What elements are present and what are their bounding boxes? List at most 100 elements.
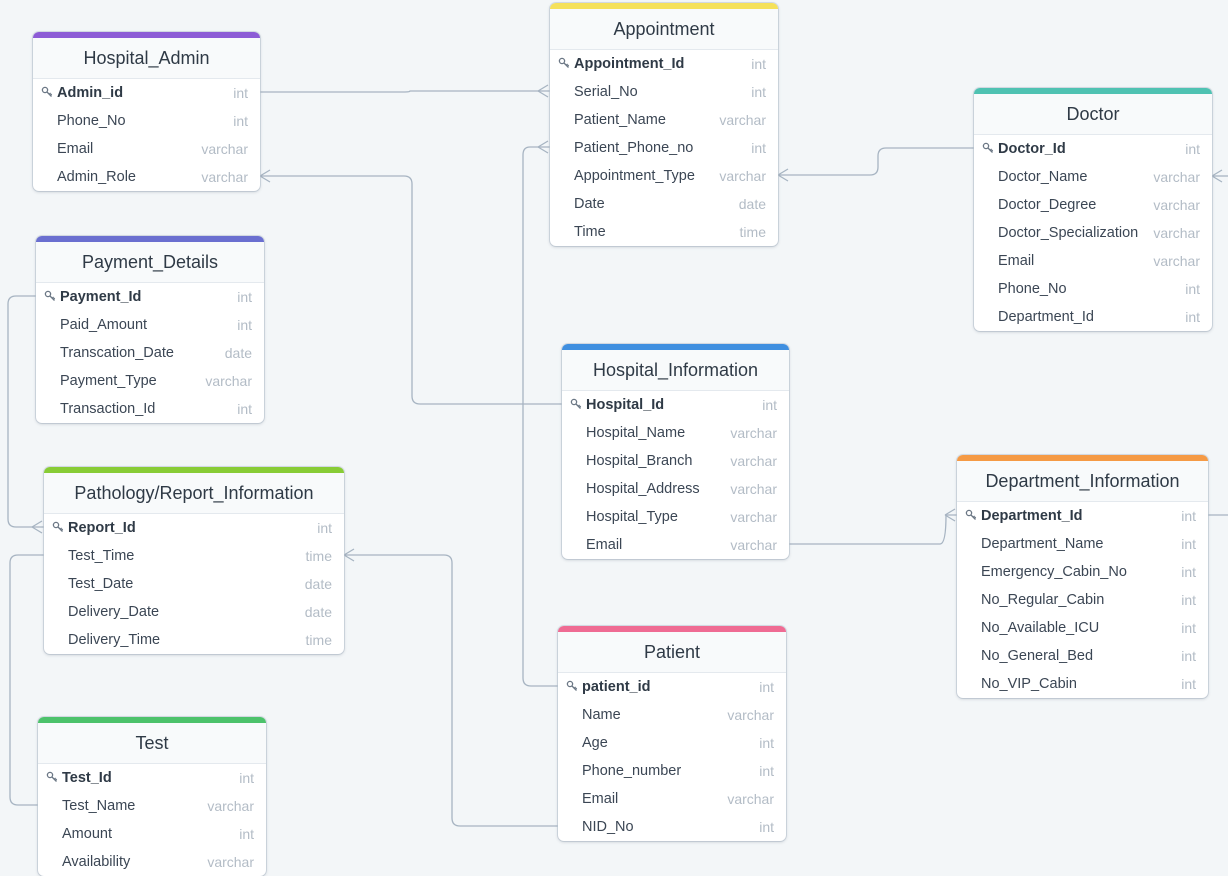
- field-row-no-available-icu[interactable]: No_Available_ICU int: [957, 614, 1208, 642]
- field-row-payment-type[interactable]: Payment_Type varchar: [36, 367, 264, 395]
- field-name: Delivery_Date: [68, 604, 160, 620]
- field-row-department-id[interactable]: Department_Id int: [974, 303, 1212, 331]
- field-row-transaction-id[interactable]: Transaction_Id int: [36, 395, 264, 423]
- field-row-doctor-degree[interactable]: Doctor_Degree varchar: [974, 191, 1212, 219]
- field-row-hospital-id[interactable]: Hospital_Id int: [562, 391, 789, 419]
- table-hospital-admin[interactable]: Hospital_Admin Admin_id int Phone_No int Emai…: [33, 32, 260, 191]
- table-title[interactable]: Department_Information: [957, 461, 1208, 502]
- field-type: varchar: [730, 481, 777, 497]
- table-title[interactable]: Test: [38, 723, 266, 764]
- field-type: varchar: [730, 509, 777, 525]
- field-type: int: [759, 819, 774, 835]
- table-title[interactable]: Payment_Details: [36, 242, 264, 283]
- field-row-no-general-bed[interactable]: No_General_Bed int: [957, 642, 1208, 670]
- key-icon: [558, 57, 574, 72]
- field-type: varchar: [207, 798, 254, 814]
- link-hospital-department: [789, 514, 957, 545]
- field-row-serial-no[interactable]: Serial_No int: [550, 78, 778, 106]
- field-row-email[interactable]: Email varchar: [562, 531, 789, 559]
- field-row-availability[interactable]: Availability varchar: [38, 848, 266, 876]
- field-type: int: [1185, 309, 1200, 325]
- field-name: Phone_number: [582, 763, 682, 779]
- table-test[interactable]: Test Test_Id int Test_Name varchar Amount int A…: [38, 717, 266, 876]
- field-name: Test_Name: [62, 798, 136, 814]
- table-pathology-report[interactable]: Pathology/Report_Information Report_Id int…: [44, 467, 344, 654]
- field-row-patient-id[interactable]: patient_id int: [558, 673, 786, 701]
- field-row-delivery-time[interactable]: Delivery_Time time: [44, 626, 344, 654]
- table-title[interactable]: Hospital_Information: [562, 350, 789, 391]
- field-row-age[interactable]: Age int: [558, 729, 786, 757]
- field-row-doctor-id[interactable]: Doctor_Id int: [974, 135, 1212, 163]
- field-type: varchar: [727, 791, 774, 807]
- field-type: int: [751, 84, 766, 100]
- table-title[interactable]: Pathology/Report_Information: [44, 473, 344, 514]
- table-title[interactable]: Doctor: [974, 94, 1212, 135]
- field-row-admin-role[interactable]: Admin_Role varchar: [33, 163, 260, 191]
- field-type: varchar: [730, 453, 777, 469]
- field-name: Report_Id: [68, 520, 136, 536]
- field-row-delivery-date[interactable]: Delivery_Date date: [44, 598, 344, 626]
- table-title[interactable]: Patient: [558, 632, 786, 673]
- field-row-admin-id[interactable]: Admin_id int: [33, 79, 260, 107]
- field-row-department-name[interactable]: Department_Name int: [957, 530, 1208, 558]
- field-row-test-date[interactable]: Test_Date date: [44, 570, 344, 598]
- field-row-time[interactable]: Time time: [550, 218, 778, 246]
- field-name: Department_Name: [981, 536, 1104, 552]
- field-type: int: [237, 401, 252, 417]
- field-name: Test_Time: [68, 548, 135, 564]
- field-row-test-id[interactable]: Test_Id int: [38, 764, 266, 792]
- field-row-email[interactable]: Email varchar: [558, 785, 786, 813]
- field-row-name[interactable]: Name varchar: [558, 701, 786, 729]
- field-row-hospital-address[interactable]: Hospital_Address varchar: [562, 475, 789, 503]
- field-row-transcation-date[interactable]: Transcation_Date date: [36, 339, 264, 367]
- field-row-appointment-id[interactable]: Appointment_Id int: [550, 50, 778, 78]
- field-row-hospital-name[interactable]: Hospital_Name varchar: [562, 419, 789, 447]
- table-department-information[interactable]: Department_Information Department_Id int De…: [957, 455, 1208, 698]
- table-title[interactable]: Appointment: [550, 9, 778, 50]
- field-row-phone-number[interactable]: Phone_number int: [558, 757, 786, 785]
- field-row-phone-no[interactable]: Phone_No int: [33, 107, 260, 135]
- field-row-nid-no[interactable]: NID_No int: [558, 813, 786, 841]
- field-row-doctor-specialization[interactable]: Doctor_Specialization varchar: [974, 219, 1212, 247]
- field-row-amount[interactable]: Amount int: [38, 820, 266, 848]
- table-payment-details[interactable]: Payment_Details Payment_Id int Paid_Amount i…: [36, 236, 264, 423]
- field-row-report-id[interactable]: Report_Id int: [44, 514, 344, 542]
- field-row-doctor-name[interactable]: Doctor_Name varchar: [974, 163, 1212, 191]
- field-row-test-name[interactable]: Test_Name varchar: [38, 792, 266, 820]
- field-name: Phone_No: [998, 281, 1067, 297]
- field-name: Admin_Role: [57, 169, 136, 185]
- field-type: int: [239, 770, 254, 786]
- field-row-paid-amount[interactable]: Paid_Amount int: [36, 311, 264, 339]
- field-type: int: [759, 763, 774, 779]
- field-row-phone-no[interactable]: Phone_No int: [974, 275, 1212, 303]
- field-name: No_General_Bed: [981, 648, 1094, 664]
- field-row-emergency-cabin-no[interactable]: Emergency_Cabin_No int: [957, 558, 1208, 586]
- table-patient[interactable]: Patient patient_id int Name varchar Age int Pho…: [558, 626, 786, 841]
- table-title[interactable]: Hospital_Admin: [33, 38, 260, 79]
- diagram-canvas[interactable]: Hospital_Admin Admin_id int Phone_No int Emai…: [0, 0, 1228, 876]
- field-row-patient-phone-no[interactable]: Patient_Phone_no int: [550, 134, 778, 162]
- field-row-patient-name[interactable]: Patient_Name varchar: [550, 106, 778, 134]
- table-hospital-information[interactable]: Hospital_Information Hospital_Id int Hospit…: [562, 344, 789, 559]
- field-row-hospital-type[interactable]: Hospital_Type varchar: [562, 503, 789, 531]
- field-name: Test_Id: [62, 770, 112, 786]
- field-type: varchar: [1153, 197, 1200, 213]
- field-type: int: [1185, 141, 1200, 157]
- field-row-hospital-branch[interactable]: Hospital_Branch varchar: [562, 447, 789, 475]
- field-row-date[interactable]: Date date: [550, 190, 778, 218]
- table-doctor[interactable]: Doctor Doctor_Id int Doctor_Name varchar Doct…: [974, 88, 1212, 331]
- field-row-email[interactable]: Email varchar: [33, 135, 260, 163]
- table-appointment[interactable]: Appointment Appointment_Id int Serial_No int…: [550, 3, 778, 246]
- key-icon: [965, 509, 981, 524]
- field-name: Email: [582, 791, 619, 807]
- crow-payment-report: [31, 520, 43, 534]
- field-row-appointment-type[interactable]: Appointment_Type varchar: [550, 162, 778, 190]
- field-row-payment-id[interactable]: Payment_Id int: [36, 283, 264, 311]
- field-row-no-regular-cabin[interactable]: No_Regular_Cabin int: [957, 586, 1208, 614]
- field-name: Transaction_Id: [60, 401, 156, 417]
- field-row-no-vip-cabin[interactable]: No_VIP_Cabin int: [957, 670, 1208, 698]
- field-row-email[interactable]: Email varchar: [974, 247, 1212, 275]
- crow-admin-appointment: [537, 84, 549, 98]
- field-row-department-id[interactable]: Department_Id int: [957, 502, 1208, 530]
- field-row-test-time[interactable]: Test_Time time: [44, 542, 344, 570]
